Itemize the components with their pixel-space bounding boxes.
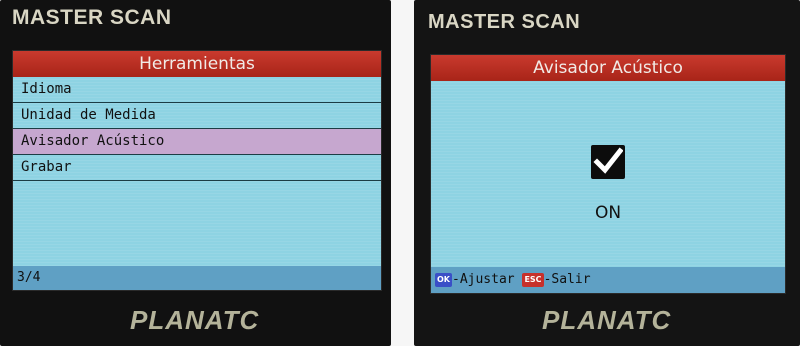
ok-key-icon[interactable]: OK [435,273,452,287]
device-left: MASTER SCAN Herramientas Idioma Unidad d… [0,0,391,346]
screen-avisador-acustico: Avisador Acústico ON OK -Ajustar ESC -Sali… [430,54,786,294]
screen-title: Avisador Acústico [431,55,785,81]
brand-logo-top: MASTER SCAN [428,11,581,33]
screen-title: Herramientas [13,51,381,77]
key-hint-bar: OK -Ajustar ESC -Salir [431,267,785,293]
tools-menu: Idioma Unidad de Medida Avisador Acústic… [13,77,381,181]
esc-key-icon[interactable]: ESC [522,273,544,287]
menu-item-grabar[interactable]: Grabar [13,155,381,181]
page-indicator: 3/4 [13,266,381,290]
beeper-checkbox[interactable] [591,145,625,179]
screen-herramientas: Herramientas Idioma Unidad de Medida Avi… [12,50,382,291]
brand-logo-bottom: PLANATC [130,305,260,335]
ok-hint-label: -Ajustar [452,272,515,287]
brand-logo-top: MASTER SCAN [12,6,172,29]
toggle-area: ON [431,145,785,223]
brand-logo-bottom: PLANATC [542,305,672,335]
esc-hint-label: -Salir [543,272,591,287]
menu-item-avisador-acustico[interactable]: Avisador Acústico [13,129,381,155]
menu-item-idioma[interactable]: Idioma [13,77,381,103]
state-label: ON [594,203,622,223]
checkmark-icon [593,147,623,174]
menu-item-unidad-de-medida[interactable]: Unidad de Medida [13,103,381,129]
